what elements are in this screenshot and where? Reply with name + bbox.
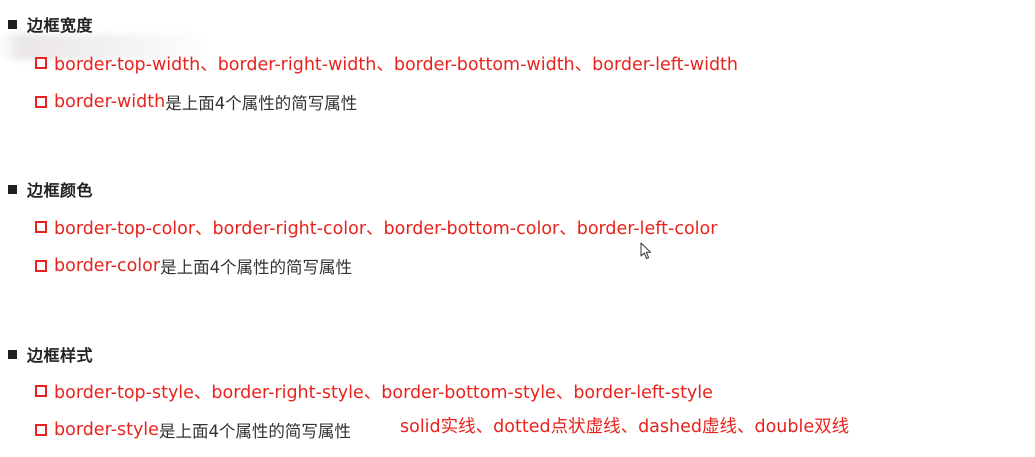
section-heading-style: 边框样式 xyxy=(8,343,93,365)
border-style-values-note: solid实线、dotted点状虚线、dashed虚线、double双线 xyxy=(400,417,850,437)
heading-text: 边框颜色 xyxy=(27,181,94,200)
black-square-bullet-icon xyxy=(8,349,17,359)
width-shorthand-item: border-width 是上面4个属性的简写属性 xyxy=(35,89,357,115)
shorthand-description: 是上面4个属性的简写属性 xyxy=(160,258,353,277)
longhand-list-text: border-top-width、border-right-width、bord… xyxy=(54,54,739,75)
red-hollow-square-bullet-icon xyxy=(35,260,47,272)
red-hollow-square-bullet-icon xyxy=(35,221,47,233)
style-longhand-item: border-top-style、border-right-style、bord… xyxy=(35,378,713,404)
shorthand-description: 是上面4个属性的简写属性 xyxy=(158,422,351,441)
color-longhand-item: border-top-color、border-right-color、bord… xyxy=(35,214,717,240)
style-shorthand-item: border-style 是上面4个属性的简写属性 xyxy=(35,417,351,443)
red-hollow-square-bullet-icon xyxy=(35,385,47,397)
section-heading-width: 边框宽度 xyxy=(8,13,93,35)
shorthand-property-name: border-width xyxy=(54,92,166,112)
red-hollow-square-bullet-icon xyxy=(35,57,47,69)
shorthand-description: 是上面4个属性的简写属性 xyxy=(165,94,358,113)
red-hollow-square-bullet-icon xyxy=(35,424,47,436)
red-hollow-square-bullet-icon xyxy=(35,96,47,108)
section-heading-color: 边框颜色 xyxy=(8,178,93,200)
longhand-list-text: border-top-style、border-right-style、bord… xyxy=(54,382,713,403)
mouse-pointer-icon xyxy=(640,242,651,259)
slide-page: 边框宽度 border-top-width、border-right-width… xyxy=(0,0,1035,457)
longhand-list-text: border-top-color、border-right-color、bord… xyxy=(54,218,718,239)
black-square-bullet-icon xyxy=(8,19,17,29)
color-shorthand-item: border-color 是上面4个属性的简写属性 xyxy=(35,253,352,279)
width-longhand-item: border-top-width、border-right-width、bord… xyxy=(35,50,738,76)
heading-text: 边框宽度 xyxy=(27,16,94,35)
heading-text: 边框样式 xyxy=(27,346,94,365)
shorthand-property-name: border-color xyxy=(54,256,161,276)
shorthand-property-name: border-style xyxy=(54,420,159,440)
black-square-bullet-icon xyxy=(8,184,17,194)
